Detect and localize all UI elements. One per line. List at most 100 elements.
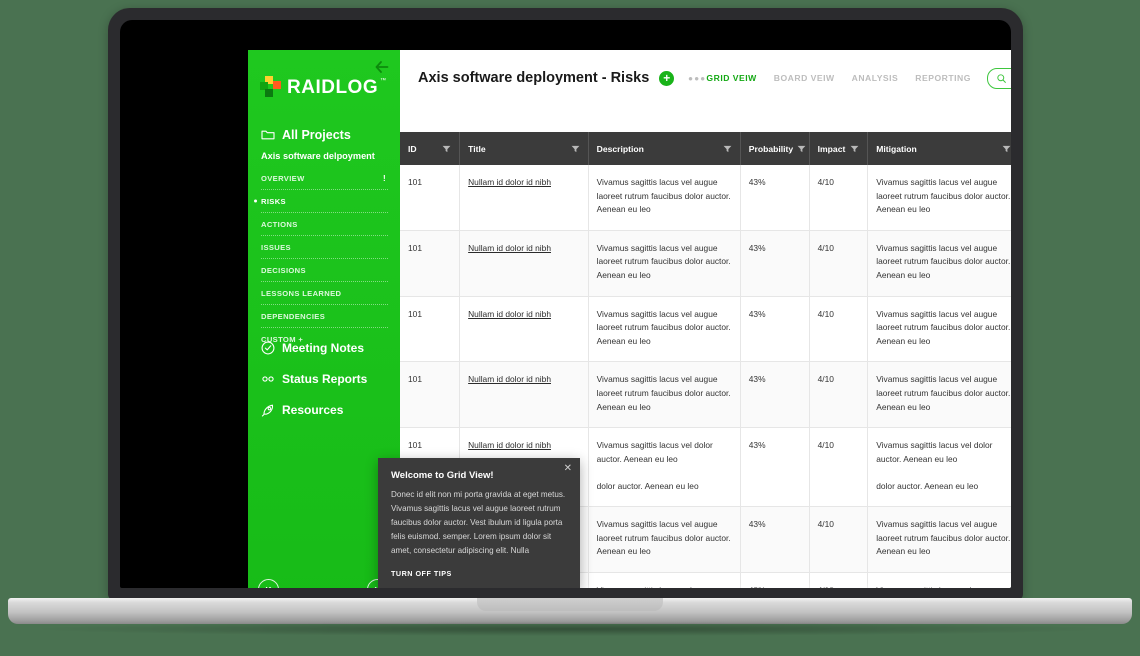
rocket-icon bbox=[260, 402, 275, 417]
cell-id: 101 bbox=[400, 296, 461, 363]
sidebar-item-lessons-learned[interactable]: LESSONS LEARNED bbox=[261, 282, 388, 305]
search-input[interactable]: Search bbox=[986, 67, 1011, 89]
sidebar-item-label: ISSUES bbox=[261, 243, 291, 252]
arrow-left-icon[interactable] bbox=[373, 58, 391, 76]
sidebar-item-label: Meeting Notes bbox=[282, 340, 365, 355]
search-icon bbox=[997, 73, 1006, 83]
cell-title[interactable]: Nullam id dolor id nibh bbox=[459, 361, 589, 429]
grid-header-row: ID Title Description Probability Impact … bbox=[400, 132, 1011, 165]
column-header-impact[interactable]: Impact bbox=[809, 132, 869, 165]
column-header-mitigation[interactable]: Mitigation bbox=[867, 132, 1011, 165]
laptop-base-shadow bbox=[40, 622, 1100, 636]
sidebar-item-label: ACTIONS bbox=[261, 220, 298, 229]
table-row[interactable]: 101 Nullam id dolor id nibh Vivamus sagi… bbox=[400, 296, 1011, 363]
cell-mitigation: Vivamus sagittis lacus vel augue laoreet… bbox=[867, 506, 1011, 573]
sidebar-item-overview[interactable]: OVERVIEW ! bbox=[261, 167, 388, 190]
sidebar-item-issues[interactable]: ISSUES bbox=[261, 236, 388, 259]
view-tabs: GRID VEIW BOARD VEIW ANALYSIS REPORTING bbox=[706, 73, 970, 83]
tab-board-view[interactable]: BOARD VEIW bbox=[774, 73, 835, 83]
sidebar-item-label: Resources bbox=[282, 402, 344, 417]
cell-description: Vivamus sagittis lacus vel augue laoreet… bbox=[588, 230, 741, 297]
sidebar-item-label: DEPENDENCIES bbox=[261, 312, 326, 321]
filter-funnel-icon[interactable] bbox=[723, 145, 732, 153]
close-icon[interactable]: ✕ bbox=[564, 464, 572, 474]
cell-mitigation: Vivamus sagittis lacus vel augue laoreet… bbox=[867, 361, 1011, 429]
cell-title[interactable]: Nullam id dolor id nibh bbox=[459, 230, 589, 297]
raidlog-logo[interactable]: RAIDLOG ™ bbox=[260, 76, 389, 98]
sidebar-item-label: Status Reports bbox=[282, 371, 368, 386]
risk-title-link[interactable]: Nullam id dolor id nibh bbox=[468, 440, 551, 450]
filter-funnel-icon[interactable] bbox=[442, 145, 451, 153]
sidebar-item-label: DECISIONS bbox=[261, 266, 306, 275]
filter-funnel-icon[interactable] bbox=[797, 145, 806, 153]
cell-id: 101 bbox=[400, 165, 461, 231]
table-row[interactable]: 101 Nullam id dolor id nibh Vivamus sagi… bbox=[400, 361, 1011, 429]
sidebar-item-status-reports[interactable]: Status Reports bbox=[248, 363, 400, 394]
sidebar-item-meeting-notes[interactable]: Meeting Notes bbox=[248, 332, 400, 363]
laptop-base-notch bbox=[477, 598, 663, 611]
tab-grid-view[interactable]: GRID VEIW bbox=[706, 73, 756, 83]
sidebar-item-actions[interactable]: ACTIONS bbox=[261, 213, 388, 236]
cell-mitigation: Vivamus sagittis lacus vel dolor auctor.… bbox=[867, 427, 1011, 508]
cell-description-part2: dolor auctor. Aenean eu leo bbox=[596, 480, 699, 491]
cell-title[interactable]: Nullam id dolor id nibh bbox=[459, 165, 589, 231]
cell-probability: 43% bbox=[740, 296, 810, 363]
cell-mitigation: Vivamus sagittis lacus vel augue laoreet… bbox=[867, 296, 1011, 363]
table-row[interactable]: 101 Nullam id dolor id nibh Vivamus sagi… bbox=[400, 230, 1011, 297]
filter-funnel-icon[interactable] bbox=[850, 145, 859, 153]
raidlog-logo-text: RAIDLOG bbox=[287, 76, 379, 98]
cell-description: Vivamus sagittis lacus vel augue laoreet… bbox=[588, 506, 741, 573]
laptop-mockup: RAIDLOG ™ All Projects Axis software del… bbox=[0, 0, 1140, 656]
avatar-k[interactable]: K bbox=[258, 579, 279, 588]
column-header-label: Mitigation bbox=[876, 143, 917, 154]
risk-title-link[interactable]: Nullam id dolor id nibh bbox=[468, 177, 551, 187]
risk-title-link[interactable]: Nullam id dolor id nibh bbox=[468, 243, 551, 253]
cell-impact: 4/10 bbox=[809, 506, 869, 573]
filter-funnel-icon[interactable] bbox=[571, 145, 580, 153]
topbar: Axis software deployment - Risks + ••• G… bbox=[400, 50, 1011, 106]
turn-off-tips-button[interactable]: TURN OFF TIPS bbox=[391, 569, 567, 578]
filter-funnel-icon[interactable] bbox=[1002, 145, 1011, 153]
cell-mitigation-part1: Vivamus sagittis lacus vel dolor auctor.… bbox=[876, 440, 993, 464]
column-header-description[interactable]: Description bbox=[588, 132, 741, 165]
cell-probability: 43% bbox=[740, 230, 810, 297]
folder-icon bbox=[260, 127, 275, 142]
sidebar-item-label: OVERVIEW bbox=[261, 174, 305, 183]
cell-description: Vivamus sagittis lacus vel augue laoreet… bbox=[588, 361, 741, 429]
page-title: Axis software deployment - Risks bbox=[418, 70, 650, 86]
sidebar-item-dependencies[interactable]: DEPENDENCIES bbox=[261, 305, 388, 328]
cell-description-part1: Vivamus sagittis lacus vel dolor auctor.… bbox=[596, 440, 713, 464]
cell-impact: 4/10 bbox=[809, 572, 869, 588]
trademark-mark: ™ bbox=[380, 78, 387, 84]
sidebar-item-risks[interactable]: RISKS bbox=[261, 190, 388, 213]
column-header-label: Description bbox=[596, 143, 644, 154]
sidebar-item-resources[interactable]: Resources bbox=[248, 394, 400, 425]
sidebar-item-label: All Projects bbox=[282, 127, 351, 142]
risk-title-link[interactable]: Nullam id dolor id nibh bbox=[468, 309, 551, 319]
tab-analysis[interactable]: ANALYSIS bbox=[852, 73, 899, 83]
cell-id: 101 bbox=[400, 230, 461, 297]
sidebar-item-decisions[interactable]: DECISIONS bbox=[261, 259, 388, 282]
table-row[interactable]: 101 Nullam id dolor id nibh Vivamus sagi… bbox=[400, 165, 1011, 231]
column-header-title[interactable]: Title bbox=[459, 132, 589, 165]
tab-reporting[interactable]: REPORTING bbox=[915, 73, 971, 83]
check-circle-icon bbox=[260, 340, 275, 355]
column-header-label: Title bbox=[468, 143, 486, 154]
two-dots-icon bbox=[260, 371, 275, 386]
cell-probability: 43% bbox=[740, 572, 810, 588]
sidebar-project-name[interactable]: Axis software delpoyment bbox=[248, 149, 400, 167]
add-risk-button[interactable]: + bbox=[659, 70, 675, 86]
laptop-screen-bezel: RAIDLOG ™ All Projects Axis software del… bbox=[120, 20, 1011, 588]
cell-probability: 43% bbox=[740, 427, 810, 508]
cell-id: 101 bbox=[400, 361, 461, 429]
cell-mitigation: Vivamus sagittis lacus vel augue laoreet… bbox=[867, 230, 1011, 297]
sidebar-item-all-projects[interactable]: All Projects bbox=[248, 120, 400, 149]
column-header-id[interactable]: ID bbox=[400, 132, 461, 165]
tips-popup[interactable]: ✕ Welcome to Grid View! Donec id elit no… bbox=[378, 458, 580, 588]
column-header-probability[interactable]: Probability bbox=[740, 132, 810, 165]
cell-title[interactable]: Nullam id dolor id nibh bbox=[459, 296, 589, 363]
cell-mitigation: Vivamus sagittis lacus vel augue laoreet… bbox=[867, 572, 1011, 588]
more-options-button[interactable]: ••• bbox=[688, 71, 706, 86]
risk-title-link[interactable]: Nullam id dolor id nibh bbox=[468, 374, 551, 384]
